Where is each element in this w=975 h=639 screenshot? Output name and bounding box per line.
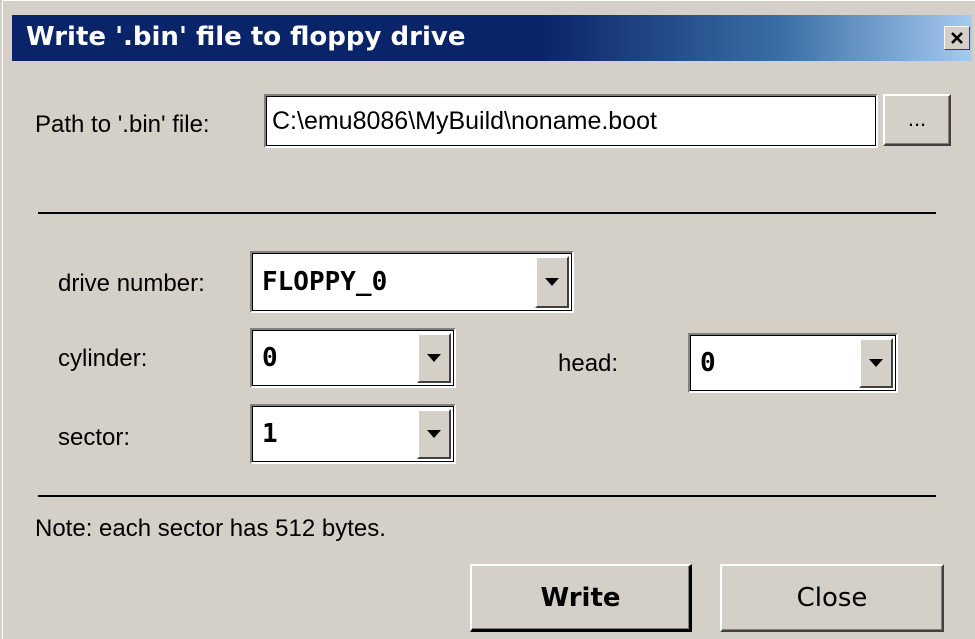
title-bar[interactable]: Write '.bin' file to floppy drive bbox=[12, 15, 972, 61]
cylinder-label: cylinder: bbox=[58, 345, 148, 372]
sector-value: 1 bbox=[262, 419, 278, 449]
sector-label: sector: bbox=[58, 424, 131, 451]
separator-top bbox=[38, 212, 936, 214]
write-button[interactable]: Write bbox=[470, 564, 692, 632]
cylinder-select[interactable]: 0 bbox=[250, 328, 456, 388]
drive-number-dropdown-button[interactable] bbox=[535, 256, 569, 308]
chevron-down-icon bbox=[545, 278, 559, 286]
drive-number-select[interactable]: FLOPPY_0 bbox=[250, 251, 574, 313]
path-label: Path to '.bin' file: bbox=[35, 111, 210, 138]
path-input[interactable]: C:\emu8086\MyBuild\noname.boot bbox=[264, 94, 878, 148]
head-dropdown-button[interactable] bbox=[859, 338, 893, 388]
sector-dropdown-button[interactable] bbox=[417, 409, 451, 459]
chevron-down-icon bbox=[869, 359, 883, 367]
close-button[interactable]: Close bbox=[720, 564, 944, 632]
head-select[interactable]: 0 bbox=[688, 333, 898, 393]
path-input-value: C:\emu8086\MyBuild\noname.boot bbox=[272, 107, 657, 135]
write-floppy-dialog: Write '.bin' file to floppy drive Path t… bbox=[0, 0, 975, 639]
chevron-down-icon bbox=[427, 430, 441, 438]
cylinder-dropdown-button[interactable] bbox=[417, 333, 451, 383]
separator-bottom bbox=[38, 495, 936, 497]
drive-number-label: drive number: bbox=[58, 270, 205, 297]
window-title: Write '.bin' file to floppy drive bbox=[26, 22, 466, 52]
title-close-button[interactable] bbox=[944, 26, 970, 50]
head-label: head: bbox=[558, 350, 619, 377]
drive-number-value: FLOPPY_0 bbox=[262, 267, 388, 297]
sector-select[interactable]: 1 bbox=[250, 404, 456, 464]
close-icon bbox=[951, 32, 963, 44]
cylinder-value: 0 bbox=[262, 343, 278, 373]
browse-button[interactable]: ... bbox=[883, 94, 951, 146]
head-value: 0 bbox=[700, 348, 716, 378]
note-text: Note: each sector has 512 bytes. bbox=[35, 515, 386, 542]
chevron-down-icon bbox=[427, 354, 441, 362]
